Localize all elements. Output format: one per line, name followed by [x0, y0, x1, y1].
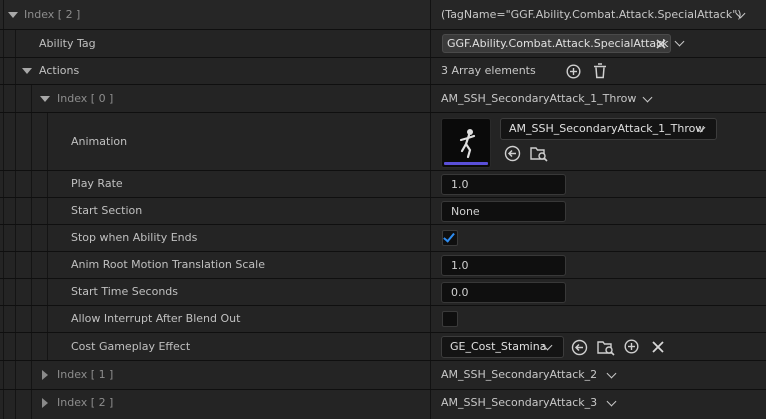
cost-gameplay-effect-combo[interactable]: GE_Cost_Stamina [441, 336, 564, 358]
cost-gameplay-effect-label: Cost Gameplay Effect [71, 340, 191, 353]
add-icon[interactable] [624, 339, 639, 354]
start-time-label: Start Time Seconds [71, 285, 178, 298]
collapse-arrow-icon[interactable] [40, 96, 50, 102]
index-label: Index [ 2 ] [24, 8, 81, 21]
character-pose-icon [459, 129, 476, 159]
start-section-row: Start Section None [0, 198, 766, 225]
index2-header-row: Index [ 2 ] (TagName="GGF.Ability.Combat… [0, 0, 766, 30]
ability-tag-row: Ability Tag GGF.Ability.Combat.Attack.Sp… [0, 30, 766, 58]
allow-interrupt-checkbox[interactable] [442, 311, 458, 327]
use-selected-asset-icon[interactable] [571, 339, 588, 356]
animation-row: Animation AM_SSH_SecondaryAttack_1_Throw [0, 113, 766, 171]
root-motion-scale-input[interactable]: 1.0 [441, 255, 566, 276]
index-value: AM_SSH_SecondaryAttack_3 [441, 396, 598, 409]
index-value: AM_SSH_SecondaryAttack_1_Throw [441, 92, 637, 105]
index-label: Index [ 0 ] [57, 92, 114, 105]
root-motion-scale-label: Anim Root Motion Translation Scale [71, 258, 265, 271]
trash-icon[interactable] [593, 63, 607, 79]
collapse-arrow-icon[interactable] [8, 12, 18, 18]
tag-chip[interactable]: GGF.Ability.Combat.Attack.SpecialAttack [442, 34, 671, 53]
tag-chip-text: GGF.Ability.Combat.Attack.SpecialAttack [447, 37, 669, 50]
index-label: Index [ 2 ] [57, 396, 114, 409]
allow-interrupt-label: Allow Interrupt After Blend Out [71, 312, 241, 325]
stop-when-ability-ends-label: Stop when Ability Ends [71, 231, 198, 244]
stop-when-ability-ends-checkbox[interactable] [442, 230, 458, 246]
root-motion-scale-row: Anim Root Motion Translation Scale 1.0 [0, 252, 766, 279]
cost-gameplay-effect-value: GE_Cost_Stamina [450, 340, 547, 353]
play-rate-input[interactable]: 1.0 [441, 174, 566, 195]
allow-interrupt-row: Allow Interrupt After Blend Out [0, 306, 766, 333]
animation-label: Animation [71, 135, 128, 148]
stop-when-ability-ends-row: Stop when Ability Ends [0, 225, 766, 252]
play-rate-label: Play Rate [71, 177, 123, 190]
remove-tag-icon[interactable] [656, 39, 666, 49]
start-section-label: Start Section [71, 204, 143, 217]
index-label: Index [ 1 ] [57, 368, 114, 381]
animation-asset-combo[interactable]: AM_SSH_SecondaryAttack_1_Throw [500, 118, 717, 140]
collapse-arrow-icon[interactable] [22, 68, 32, 74]
expand-arrow-icon[interactable] [42, 370, 48, 380]
use-selected-asset-icon[interactable] [504, 145, 521, 162]
start-time-input[interactable]: 0.0 [441, 282, 566, 303]
start-time-row: Start Time Seconds 0.0 [0, 279, 766, 306]
animation-asset-name: AM_SSH_SecondaryAttack_1_Throw [509, 122, 705, 135]
browse-asset-icon[interactable] [530, 145, 548, 162]
actions-label: Actions [39, 64, 80, 77]
ability-tag-label: Ability Tag [39, 37, 96, 50]
start-section-input[interactable]: None [441, 201, 566, 222]
array-count: 3 Array elements [441, 64, 536, 77]
index-value: (TagName="GGF.Ability.Combat.Attack.Spec… [441, 8, 742, 21]
add-element-icon[interactable] [566, 64, 581, 79]
index-value: AM_SSH_SecondaryAttack_2 [441, 368, 598, 381]
asset-thumbnail[interactable] [441, 118, 491, 168]
expand-arrow-icon[interactable] [42, 398, 48, 408]
index0-row: Index [ 0 ] AM_SSH_SecondaryAttack_1_Thr… [0, 85, 766, 113]
browse-asset-icon[interactable] [597, 339, 615, 356]
index1-row: Index [ 1 ] AM_SSH_SecondaryAttack_2 [0, 361, 766, 390]
play-rate-row: Play Rate 1.0 [0, 171, 766, 198]
actions-row: Actions 3 Array elements [0, 58, 766, 85]
cost-gameplay-effect-row: Cost Gameplay Effect GE_Cost_Stamina [0, 333, 766, 361]
clear-icon[interactable] [652, 341, 664, 353]
index2-row: Index [ 2 ] AM_SSH_SecondaryAttack_3 [0, 390, 766, 419]
checkmark-icon [443, 230, 455, 243]
